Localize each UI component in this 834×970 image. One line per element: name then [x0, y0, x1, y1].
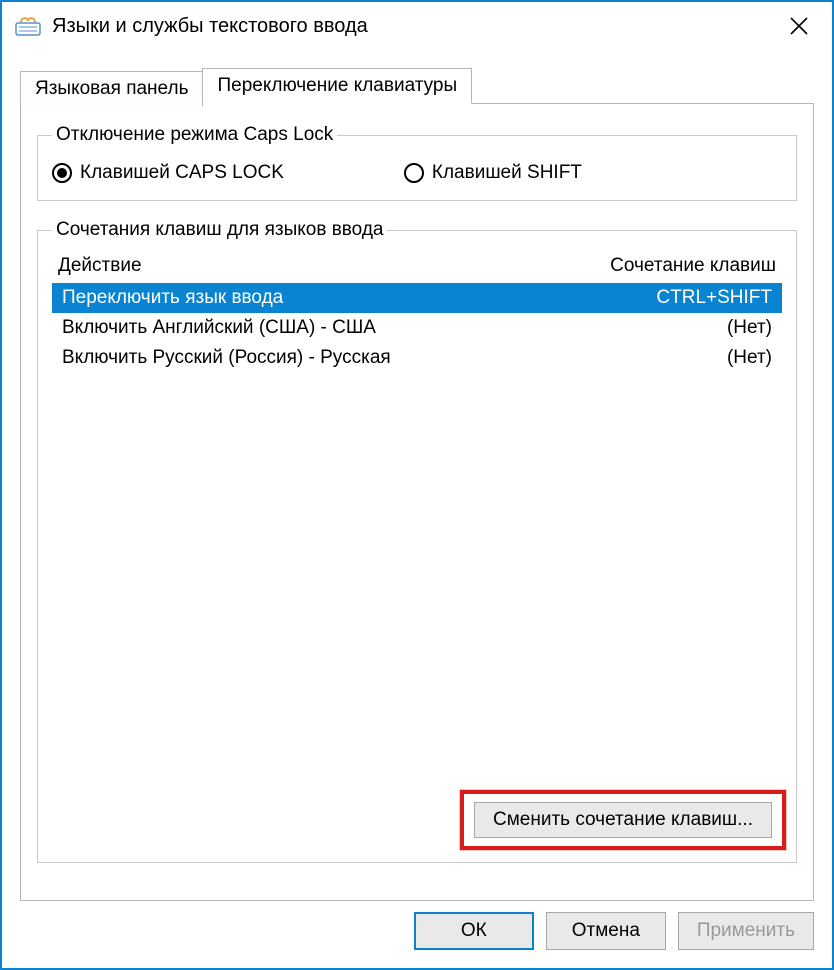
- column-combo: Сочетание клавиш: [610, 255, 776, 277]
- dialog-footer: ОК Отмена Применить: [414, 912, 814, 950]
- change-hotkey-button[interactable]: Сменить сочетание клавиш...: [474, 802, 772, 838]
- radio-label: Клавишей SHIFT: [432, 162, 582, 184]
- dialog-window: Языки и службы текстового ввода Языковая…: [0, 0, 834, 970]
- tab-keyboard-switch[interactable]: Переключение клавиатуры: [202, 68, 472, 104]
- radio-shift-key[interactable]: Клавишей SHIFT: [404, 162, 582, 184]
- radio-capslock-key[interactable]: Клавишей CAPS LOCK: [52, 162, 284, 184]
- tab-panel: Отключение режима Caps Lock Клавишей CAP…: [20, 103, 814, 901]
- hotkey-combo: (Нет): [727, 317, 772, 339]
- titlebar: Языки и службы текстового ввода: [2, 2, 832, 50]
- close-button[interactable]: [776, 6, 822, 46]
- cancel-button[interactable]: Отмена: [546, 912, 666, 950]
- close-icon: [790, 17, 808, 35]
- tab-strip: Языковая панель Переключение клавиатуры: [20, 68, 814, 104]
- capslock-group: Отключение режима Caps Lock Клавишей CAP…: [37, 124, 797, 201]
- hotkey-row[interactable]: Включить Русский (Россия) - Русская (Нет): [52, 343, 782, 373]
- hotkey-action: Включить Русский (Россия) - Русская: [62, 347, 391, 369]
- tab-label: Языковая панель: [35, 78, 188, 99]
- client-area: Языковая панель Переключение клавиатуры …: [2, 50, 832, 901]
- hotkeys-list[interactable]: Переключить язык ввода CTRL+SHIFT Включить…: [52, 283, 782, 773]
- ok-button[interactable]: ОК: [414, 912, 534, 950]
- radio-label: Клавишей CAPS LOCK: [80, 162, 284, 184]
- window-title: Языки и службы текстового ввода: [52, 15, 776, 38]
- apply-button[interactable]: Применить: [678, 912, 814, 950]
- highlight-annotation: Сменить сочетание клавиш...: [460, 790, 786, 850]
- hotkey-combo: CTRL+SHIFT: [656, 287, 772, 309]
- column-action: Действие: [58, 255, 142, 277]
- hotkey-action: Включить Английский (США) - США: [62, 317, 376, 339]
- hotkey-row[interactable]: Включить Английский (США) - США (Нет): [52, 313, 782, 343]
- hotkey-action: Переключить язык ввода: [62, 287, 283, 309]
- hotkeys-header: Действие Сочетание клавиш: [52, 251, 782, 283]
- hotkeys-legend: Сочетания клавиш для языков ввода: [52, 219, 387, 241]
- capslock-legend: Отключение режима Caps Lock: [52, 124, 337, 146]
- tab-language-bar[interactable]: Языковая панель: [20, 71, 203, 106]
- tab-label: Переключение клавиатуры: [217, 75, 457, 96]
- radio-icon: [404, 163, 424, 183]
- hotkey-combo: (Нет): [727, 347, 772, 369]
- radio-icon: [52, 163, 72, 183]
- hotkeys-group: Сочетания клавиш для языков ввода Действ…: [37, 219, 797, 863]
- hotkey-row[interactable]: Переключить язык ввода CTRL+SHIFT: [52, 283, 782, 313]
- keyboard-layout-icon: [14, 12, 42, 40]
